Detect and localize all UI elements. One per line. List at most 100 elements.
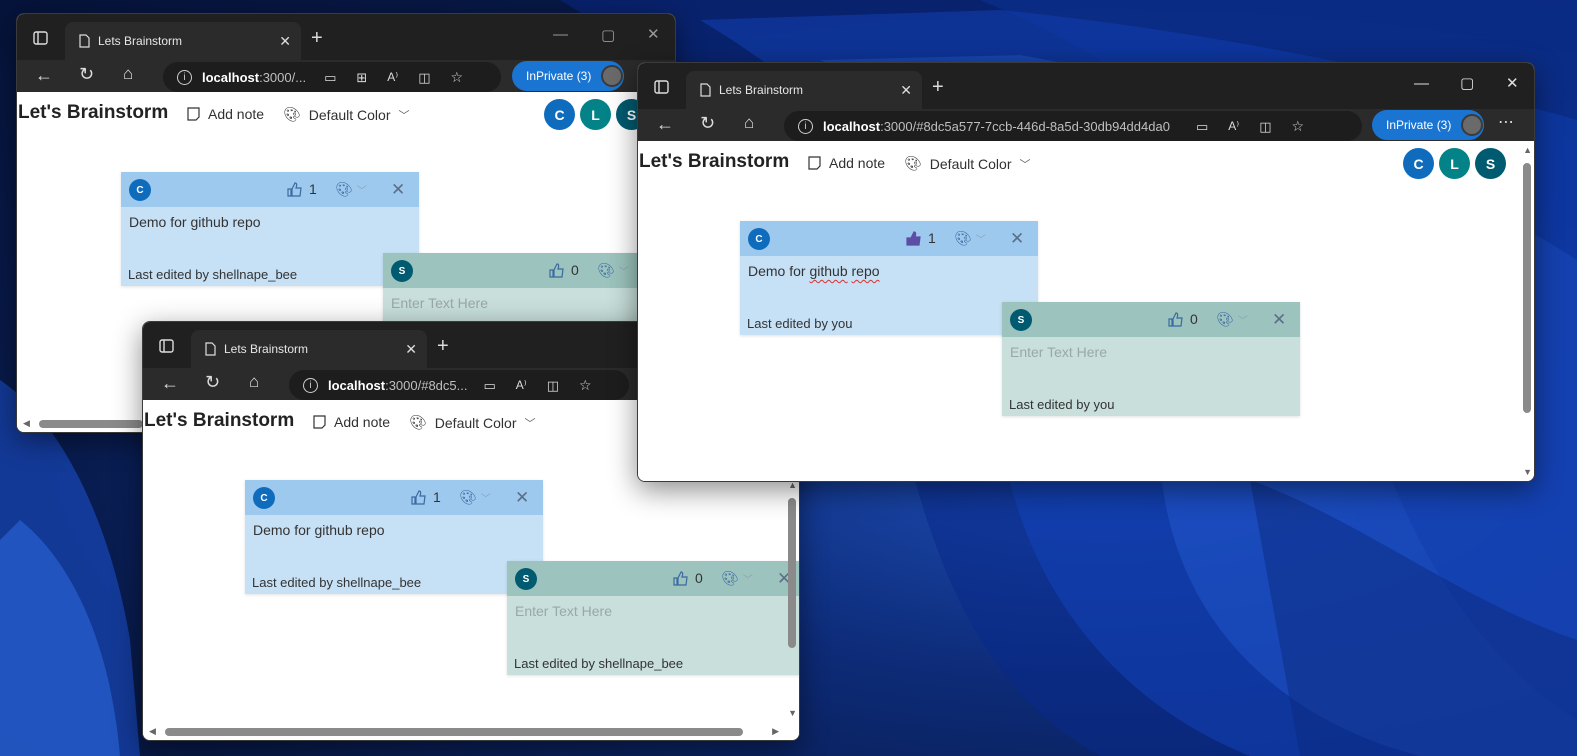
avatar-l[interactable]: L [1439, 148, 1470, 179]
favorites-add-icon[interactable]: ☆ [1291, 119, 1304, 133]
scroll-right-icon[interactable]: ▶ [772, 726, 779, 737]
apps-icon[interactable]: ⊞ [356, 71, 367, 84]
maximize-icon[interactable]: ▢ [601, 26, 615, 44]
delete-note-icon[interactable]: ✕ [391, 180, 405, 200]
new-tab-icon[interactable]: + [437, 336, 449, 356]
note-color-button[interactable]: 🎨︎ ﹀ [459, 489, 491, 506]
note-card[interactable]: C 1 🎨︎ ﹀ ✕ Demo for github repo Last edit… [740, 221, 1038, 335]
address-bar[interactable]: i localhost:3000/#8dc5... ▭ A⁾ ◫ ☆ [289, 370, 629, 400]
note-text[interactable]: Demo for github repo [748, 263, 880, 279]
note-color-button[interactable]: 🎨︎ ﹀ [335, 181, 367, 198]
like-button[interactable]: 0 [673, 570, 703, 586]
avatar-l[interactable]: L [580, 99, 611, 130]
tab-icon[interactable]: ▭ [1196, 120, 1208, 133]
site-info-icon[interactable]: i [798, 118, 813, 134]
maximize-icon[interactable]: ▢ [1460, 74, 1474, 92]
tab-lets-brainstorm[interactable]: Lets Brainstorm ✕ [65, 22, 301, 60]
avatar-s[interactable]: S [1475, 148, 1506, 179]
tab-actions-icon[interactable] [654, 80, 669, 94]
back-icon[interactable]: ← [161, 374, 179, 392]
tab-actions-icon[interactable] [159, 339, 174, 353]
like-button[interactable]: 0 [1168, 311, 1198, 327]
tab-lets-brainstorm[interactable]: Lets Brainstorm ✕ [686, 71, 922, 109]
scroll-down-icon[interactable]: ▼ [1523, 467, 1532, 477]
home-icon[interactable]: ⌂ [744, 114, 754, 131]
like-button[interactable]: 1 [411, 489, 441, 505]
avatar-c[interactable]: C [1403, 148, 1434, 179]
note-card[interactable]: S 0 🎨︎ ﹀ ✕ Enter Text Here Last edited by… [507, 561, 799, 675]
like-button[interactable]: 0 [549, 262, 579, 278]
note-body[interactable]: Demo for github repo Last edited by you [740, 256, 1038, 335]
tab-lets-brainstorm[interactable]: Lets Brainstorm ✕ [191, 330, 427, 368]
address-bar[interactable]: i localhost:3000/#8dc5a577-7ccb-446d-8a5… [784, 111, 1362, 141]
like-button[interactable]: 1 [287, 181, 317, 197]
read-aloud-icon[interactable]: A⁾ [516, 379, 527, 391]
note-card[interactable]: C 1 🎨︎ ﹀ ✕ Demo for github repo Last edit… [121, 172, 419, 286]
delete-note-icon[interactable]: ✕ [1010, 229, 1024, 249]
add-note-button[interactable]: Add note [808, 155, 885, 171]
scroll-left-icon[interactable]: ◀ [23, 418, 30, 429]
note-color-button[interactable]: 🎨︎ ﹀ [1216, 311, 1248, 328]
note-text-placeholder[interactable]: Enter Text Here [391, 295, 488, 311]
address-bar[interactable]: i localhost:3000/... ▭ ⊞ A⁾ ◫ ☆ [163, 62, 501, 92]
split-screen-icon[interactable]: ◫ [1259, 120, 1271, 133]
add-note-button[interactable]: Add note [313, 414, 390, 430]
note-body[interactable]: Demo for github repo Last edited by shel… [121, 207, 419, 286]
note-body[interactable]: Enter Text Here Last edited by you [1002, 337, 1300, 416]
back-icon[interactable]: ← [656, 115, 674, 133]
note-text-placeholder[interactable]: Enter Text Here [1010, 344, 1107, 360]
read-aloud-icon[interactable]: A⁾ [387, 71, 398, 83]
vertical-scrollbar[interactable] [1523, 163, 1531, 413]
close-window-icon[interactable]: ✕ [1506, 74, 1519, 92]
home-icon[interactable]: ⌂ [123, 65, 133, 82]
scroll-left-icon[interactable]: ◀ [149, 726, 156, 737]
delete-note-icon[interactable]: ✕ [1272, 310, 1286, 330]
back-icon[interactable]: ← [35, 66, 53, 84]
read-aloud-icon[interactable]: A⁾ [1228, 120, 1239, 132]
like-button[interactable]: 1 [906, 230, 936, 246]
note-color-button[interactable]: 🎨︎ ﹀ [597, 262, 629, 279]
tab-close-icon[interactable]: ✕ [279, 33, 291, 50]
scroll-down-icon[interactable]: ▼ [788, 708, 797, 718]
favorites-add-icon[interactable]: ☆ [579, 378, 592, 392]
horizontal-scrollbar[interactable] [165, 728, 743, 736]
site-info-icon[interactable]: i [177, 69, 192, 85]
tab-actions-icon[interactable] [33, 31, 48, 45]
new-tab-icon[interactable]: + [932, 77, 944, 97]
note-color-button[interactable]: 🎨︎ ﹀ [721, 570, 753, 587]
note-body[interactable]: Demo for github repo Last edited by shel… [245, 515, 543, 594]
default-color-dropdown[interactable]: 🎨︎ Default Color ﹀ [904, 155, 1030, 172]
scroll-up-icon[interactable]: ▲ [1523, 145, 1532, 155]
note-body[interactable]: Enter Text Here Last edited by shellnape… [507, 596, 799, 675]
note-color-button[interactable]: 🎨︎ ﹀ [954, 230, 986, 247]
add-note-button[interactable]: Add note [187, 106, 264, 122]
minimize-icon[interactable]: — [1414, 75, 1429, 92]
home-icon[interactable]: ⌂ [249, 373, 259, 390]
more-options-icon[interactable]: ⋯ [1498, 115, 1514, 131]
split-screen-icon[interactable]: ◫ [418, 71, 430, 84]
note-text[interactable]: Demo for github repo [129, 214, 261, 230]
tab-icon[interactable]: ▭ [483, 379, 495, 392]
default-color-dropdown[interactable]: 🎨︎ Default Color ﹀ [409, 414, 535, 431]
tab-close-icon[interactable]: ✕ [900, 82, 912, 99]
vertical-scrollbar[interactable] [788, 498, 796, 648]
refresh-icon[interactable]: ↻ [700, 114, 715, 132]
minimize-icon[interactable]: — [553, 26, 568, 43]
note-text-placeholder[interactable]: Enter Text Here [515, 603, 612, 619]
tab-icon[interactable]: ▭ [324, 71, 336, 84]
note-text[interactable]: Demo for github repo [253, 522, 385, 538]
note-card[interactable]: C 1 🎨︎ ﹀ ✕ Demo for github repo Last edit… [245, 480, 543, 594]
favorites-add-icon[interactable]: ☆ [451, 70, 464, 84]
split-screen-icon[interactable]: ◫ [547, 379, 559, 392]
default-color-dropdown[interactable]: 🎨︎ Default Color ﹀ [283, 106, 409, 123]
site-info-icon[interactable]: i [303, 377, 318, 393]
note-card[interactable]: S 0 🎨︎ ﹀ ✕ Enter Text Here Last edited by… [1002, 302, 1300, 416]
avatar-c[interactable]: C [544, 99, 575, 130]
delete-note-icon[interactable]: ✕ [515, 488, 529, 508]
inprivate-button[interactable]: InPrivate (3) [512, 61, 624, 91]
new-tab-icon[interactable]: + [311, 28, 323, 48]
refresh-icon[interactable]: ↻ [79, 65, 94, 83]
tab-close-icon[interactable]: ✕ [405, 341, 417, 358]
horizontal-scrollbar[interactable] [39, 420, 143, 428]
close-window-icon[interactable]: ✕ [647, 25, 660, 43]
